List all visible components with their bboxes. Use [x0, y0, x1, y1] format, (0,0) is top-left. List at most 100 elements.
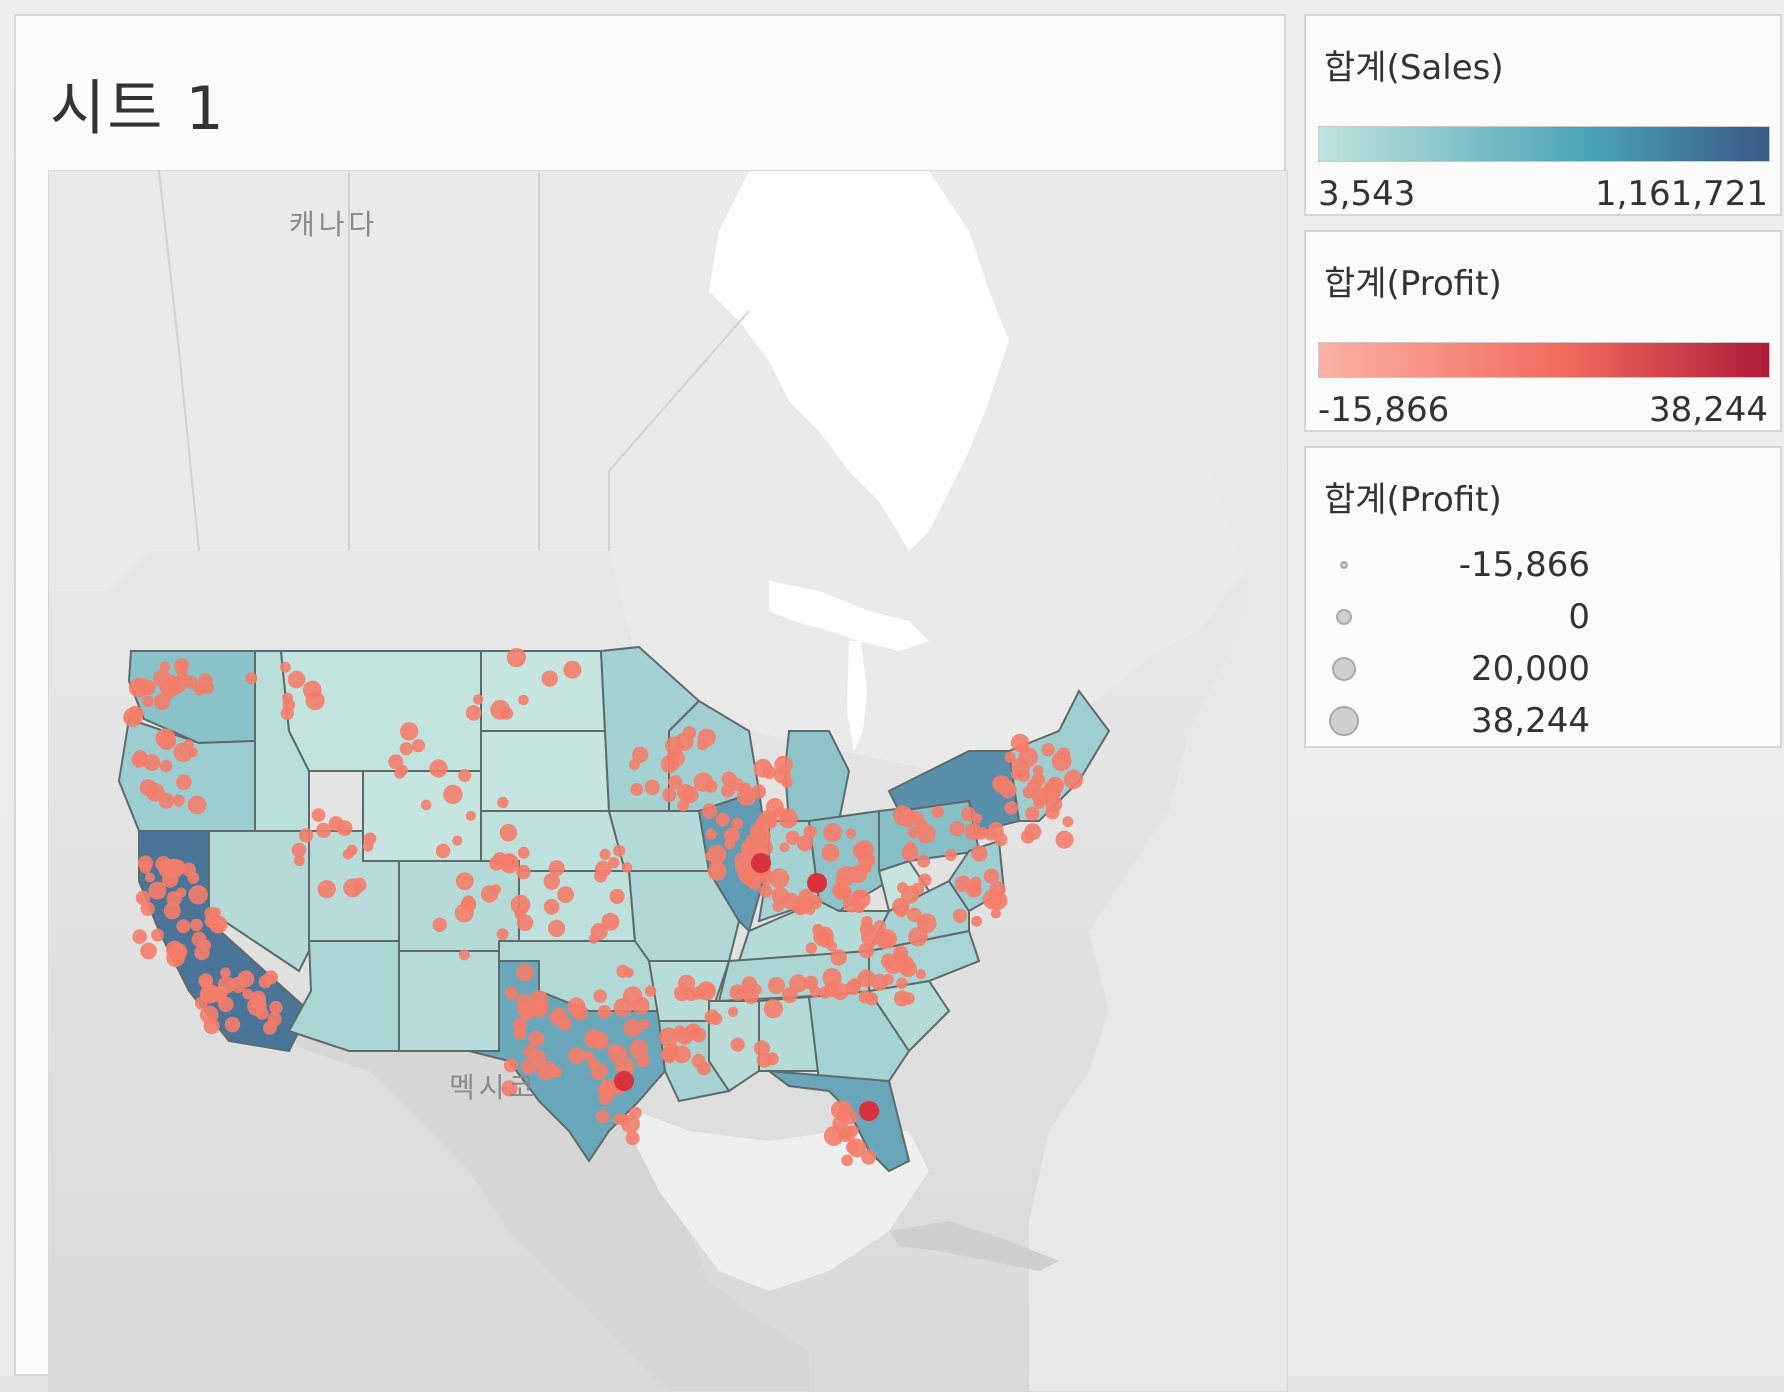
- city-point[interactable]: [901, 844, 919, 862]
- city-point[interactable]: [465, 705, 482, 721]
- city-point[interactable]: [994, 832, 1008, 847]
- city-point[interactable]: [616, 964, 630, 978]
- city-point[interactable]: [317, 880, 336, 899]
- city-point[interactable]: [131, 751, 148, 768]
- city-point[interactable]: [548, 919, 566, 938]
- city-point[interactable]: [499, 824, 518, 842]
- city-point[interactable]: [767, 977, 786, 995]
- city-point[interactable]: [662, 787, 677, 803]
- city-point[interactable]: [753, 758, 773, 778]
- city-point[interactable]: [608, 857, 620, 869]
- city-point[interactable]: [623, 1018, 642, 1037]
- city-point[interactable]: [915, 969, 926, 980]
- city-point[interactable]: [139, 779, 157, 797]
- city-point[interactable]: [895, 955, 915, 975]
- city-point[interactable]: [691, 1027, 707, 1043]
- city-point[interactable]: [877, 929, 897, 949]
- city-point[interactable]: [293, 855, 305, 867]
- city-point[interactable]: [822, 968, 842, 988]
- city-point[interactable]: [970, 885, 982, 897]
- city-point[interactable]: [621, 862, 633, 873]
- city-point[interactable]: [135, 890, 151, 906]
- city-point[interactable]: [752, 827, 771, 846]
- city-point[interactable]: [893, 990, 911, 1007]
- city-point[interactable]: [188, 885, 208, 905]
- city-point[interactable]: [857, 969, 876, 988]
- city-point[interactable]: [158, 792, 175, 809]
- city-point[interactable]: [1055, 830, 1074, 849]
- city-point[interactable]: [701, 803, 718, 819]
- city-point[interactable]: [563, 660, 582, 679]
- state-kansas[interactable]: [518, 870, 637, 942]
- city-point[interactable]: [988, 890, 1008, 911]
- city-point[interactable]: [458, 949, 470, 961]
- city-point[interactable]: [705, 850, 716, 862]
- city-point[interactable]: [465, 810, 476, 822]
- city-point[interactable]: [183, 739, 194, 750]
- city-point[interactable]: [1043, 781, 1058, 795]
- city-point[interactable]: [1004, 801, 1018, 815]
- city-point[interactable]: [194, 944, 210, 961]
- city-point[interactable]: [497, 796, 509, 809]
- city-point[interactable]: [816, 926, 834, 945]
- city-point[interactable]: [435, 843, 451, 859]
- city-point[interactable]: [594, 869, 608, 883]
- city-point[interactable]: [432, 917, 447, 932]
- city-point[interactable]: [1051, 751, 1072, 772]
- city-point[interactable]: [608, 1044, 619, 1055]
- city-point[interactable]: [558, 1017, 573, 1031]
- city-point[interactable]: [796, 835, 813, 852]
- city-point[interactable]: [845, 979, 861, 995]
- city-point[interactable]: [990, 908, 1001, 919]
- city-point[interactable]: [1041, 742, 1055, 757]
- city-point[interactable]: [625, 1131, 640, 1146]
- city-point[interactable]: [807, 894, 823, 910]
- city-point[interactable]: [586, 1037, 597, 1048]
- city-point[interactable]: [805, 942, 817, 954]
- city-point[interactable]: [245, 672, 258, 685]
- city-point[interactable]: [613, 844, 626, 857]
- city-point[interactable]: [976, 826, 989, 839]
- city-point[interactable]: [190, 918, 203, 932]
- city-point[interactable]: [918, 873, 932, 887]
- city-point[interactable]: [165, 940, 184, 958]
- city-point[interactable]: [460, 896, 477, 912]
- city-point[interactable]: [715, 812, 730, 827]
- city-point[interactable]: [821, 843, 840, 862]
- city-point[interactable]: [280, 706, 294, 721]
- city-point[interactable]: [677, 784, 695, 802]
- city-point[interactable]: [567, 997, 586, 1016]
- city-point[interactable]: [520, 1007, 534, 1021]
- city-point[interactable]: [298, 828, 314, 843]
- city-point[interactable]: [632, 746, 649, 763]
- city-point[interactable]: [823, 823, 842, 843]
- city-point[interactable]: [859, 922, 875, 937]
- city-point[interactable]: [832, 884, 845, 897]
- city-point[interactable]: [599, 848, 611, 861]
- city-point[interactable]: [836, 866, 856, 886]
- city-point[interactable]: [707, 862, 727, 881]
- city-point[interactable]: [343, 878, 362, 898]
- city-point[interactable]: [187, 871, 200, 884]
- city-point[interactable]: [705, 828, 717, 840]
- city-point[interactable]: [176, 774, 192, 790]
- city-point[interactable]: [597, 1005, 612, 1019]
- city-point[interactable]: [696, 738, 709, 751]
- city-point[interactable]: [242, 988, 254, 1000]
- city-point[interactable]: [1004, 751, 1016, 763]
- city-point[interactable]: [176, 887, 187, 898]
- legend-profit-color[interactable]: 합계(Profit) -15,866 38,244: [1304, 230, 1782, 432]
- city-point[interactable]: [704, 780, 718, 793]
- city-point[interactable]: [144, 872, 155, 883]
- city-point[interactable]: [952, 908, 968, 923]
- city-point[interactable]: [721, 771, 737, 787]
- city-point[interactable]: [593, 989, 607, 1003]
- city-point[interactable]: [944, 849, 957, 861]
- city-point[interactable]: [807, 873, 827, 893]
- city-point[interactable]: [896, 977, 908, 989]
- city-point[interactable]: [517, 846, 530, 859]
- city-point[interactable]: [132, 929, 147, 944]
- city-point[interactable]: [614, 1071, 634, 1091]
- city-point[interactable]: [911, 811, 924, 824]
- city-point[interactable]: [999, 781, 1017, 799]
